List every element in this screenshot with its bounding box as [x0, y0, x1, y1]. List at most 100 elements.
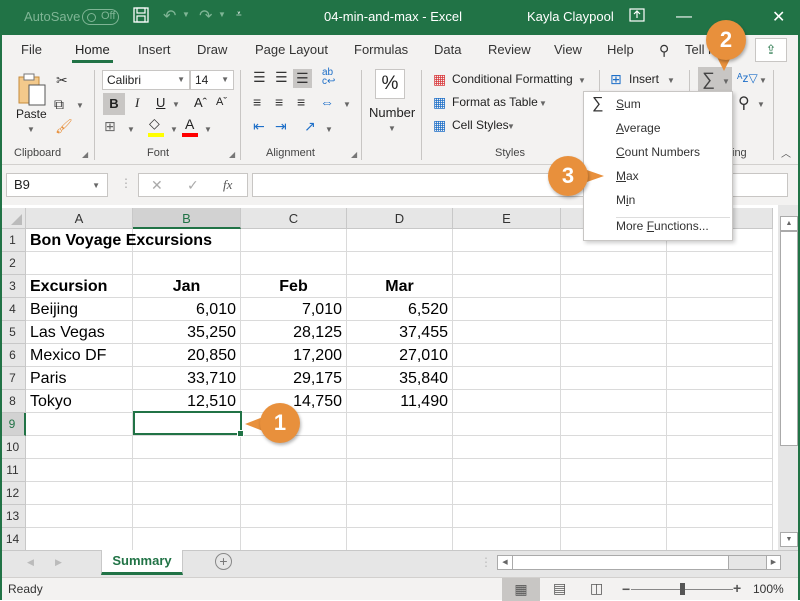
cell[interactable] — [26, 252, 133, 275]
value-cell[interactable]: 6,010 — [133, 298, 241, 321]
cell[interactable] — [561, 367, 667, 390]
number-format-button[interactable]: Number — [369, 105, 415, 120]
header-cell[interactable]: Excursion — [26, 275, 133, 298]
insert-cells-button[interactable]: Insert — [629, 72, 659, 86]
select-all-button[interactable] — [0, 208, 26, 229]
autosum-menu-item-average[interactable]: Average — [616, 121, 661, 135]
cell[interactable] — [347, 436, 453, 459]
cell[interactable] — [667, 459, 773, 482]
cell[interactable] — [26, 528, 133, 550]
header-cell[interactable]: Feb — [241, 275, 347, 298]
cell[interactable] — [561, 275, 667, 298]
next-sheet-icon[interactable]: ▶ — [55, 557, 62, 568]
value-cell[interactable]: 12,510 — [133, 390, 241, 413]
cell[interactable] — [667, 367, 773, 390]
fill-color-dropdown-icon[interactable]: ▼ — [170, 125, 178, 134]
header-cell[interactable]: Jan — [133, 275, 241, 298]
row-header-4[interactable]: 4 — [0, 298, 26, 321]
horizontal-scroll-thumb[interactable] — [513, 556, 729, 569]
tab-draw[interactable]: Draw — [197, 42, 227, 57]
value-cell[interactable]: 27,010 — [347, 344, 453, 367]
vertical-scrollbar[interactable]: ▲ ▼ — [778, 205, 800, 550]
row-header-14[interactable]: 14 — [0, 528, 26, 550]
cell[interactable] — [453, 298, 561, 321]
cell[interactable] — [453, 482, 561, 505]
row-header-5[interactable]: 5 — [0, 321, 26, 344]
scroll-split-handle-icon[interactable]: ⋮ — [480, 555, 492, 569]
autosum-button[interactable]: ∑ ▼ — [698, 67, 732, 94]
paste-button[interactable]: Paste — [16, 107, 47, 121]
format-as-table-button[interactable]: Format as Table — [452, 95, 538, 109]
value-cell[interactable]: 17,200 — [241, 344, 347, 367]
value-cell[interactable]: 7,010 — [241, 298, 347, 321]
cell[interactable] — [561, 344, 667, 367]
cell[interactable] — [453, 344, 561, 367]
excursion-cell[interactable]: Beijing — [26, 298, 133, 321]
cell[interactable] — [561, 390, 667, 413]
autosum-menu-item-sum[interactable]: Sum — [616, 97, 641, 111]
vertical-scroll-thumb[interactable] — [780, 231, 798, 446]
sheet-title-cell[interactable]: Bon Voyage Excursions — [26, 229, 212, 252]
font-launcher-icon[interactable]: ◢ — [229, 150, 235, 159]
cell[interactable] — [667, 321, 773, 344]
cell[interactable] — [453, 229, 561, 252]
row-header-12[interactable]: 12 — [0, 482, 26, 505]
copy-dropdown-icon[interactable]: ▼ — [76, 101, 84, 110]
zoom-in-icon[interactable]: + — [733, 580, 741, 596]
autosum-menu-item-count-numbers[interactable]: Count Numbers — [616, 145, 700, 159]
scroll-right-icon[interactable]: ▶ — [766, 555, 781, 570]
underline-button[interactable]: U — [156, 95, 165, 110]
value-cell[interactable]: 11,490 — [347, 390, 453, 413]
value-cell[interactable]: 28,125 — [241, 321, 347, 344]
cell[interactable] — [133, 229, 241, 252]
cell[interactable] — [667, 528, 773, 550]
cell[interactable] — [453, 252, 561, 275]
sheet-tab-summary[interactable]: Summary — [101, 550, 183, 575]
cell[interactable] — [667, 298, 773, 321]
cell[interactable] — [26, 505, 133, 528]
row-header-1[interactable]: 1 — [0, 229, 26, 252]
cell[interactable] — [561, 505, 667, 528]
cell[interactable] — [667, 344, 773, 367]
tab-insert[interactable]: Insert — [138, 42, 171, 57]
merge-center-icon[interactable]: ⇔ — [320, 94, 334, 110]
cell[interactable] — [667, 275, 773, 298]
increase-font-icon[interactable]: Aˆ — [194, 95, 207, 110]
scroll-up-icon[interactable]: ▲ — [780, 216, 798, 231]
cell[interactable] — [453, 275, 561, 298]
active-cell-B9[interactable] — [133, 411, 244, 437]
font-size-select[interactable]: 14 ▼ — [190, 70, 234, 90]
font-color-icon[interactable]: A — [185, 116, 194, 132]
row-header-10[interactable]: 10 — [0, 436, 26, 459]
cell[interactable] — [453, 321, 561, 344]
cell[interactable] — [241, 252, 347, 275]
italic-button[interactable]: I — [135, 95, 139, 111]
underline-dropdown-icon[interactable]: ▼ — [172, 100, 180, 109]
tab-review[interactable]: Review — [488, 42, 531, 57]
cut-icon[interactable]: ✂ — [56, 72, 68, 89]
zoom-slider-thumb[interactable] — [680, 583, 685, 595]
align-left-icon[interactable]: ≡ — [253, 94, 261, 110]
cell[interactable] — [561, 413, 667, 436]
copy-icon[interactable]: ⧉ — [54, 96, 64, 113]
decrease-indent-icon[interactable]: ⇤ — [253, 118, 265, 135]
save-icon[interactable] — [133, 7, 149, 28]
find-select-dropdown-icon[interactable]: ▼ — [757, 100, 765, 109]
wrap-text-icon[interactable]: ab c↩ — [322, 68, 335, 87]
insert-dropdown-icon[interactable]: ▼ — [667, 76, 675, 85]
row-header-8[interactable]: 8 — [0, 390, 26, 413]
cell[interactable] — [453, 413, 561, 436]
tab-home[interactable]: Home — [72, 42, 113, 63]
tab-formulas[interactable]: Formulas — [354, 42, 408, 57]
cell[interactable] — [453, 505, 561, 528]
cell[interactable] — [347, 505, 453, 528]
page-layout-view-icon[interactable]: ▤ — [553, 580, 566, 597]
cell[interactable] — [667, 505, 773, 528]
page-break-view-icon[interactable]: ◫ — [590, 580, 603, 597]
cell[interactable] — [133, 528, 241, 550]
row-header-13[interactable]: 13 — [0, 505, 26, 528]
scroll-left-icon[interactable]: ◀ — [498, 556, 513, 569]
paste-dropdown-icon[interactable]: ▼ — [27, 125, 35, 134]
drag-handle-icon[interactable]: ⋮ — [120, 176, 132, 190]
enter-icon[interactable]: ✓ — [187, 177, 199, 194]
